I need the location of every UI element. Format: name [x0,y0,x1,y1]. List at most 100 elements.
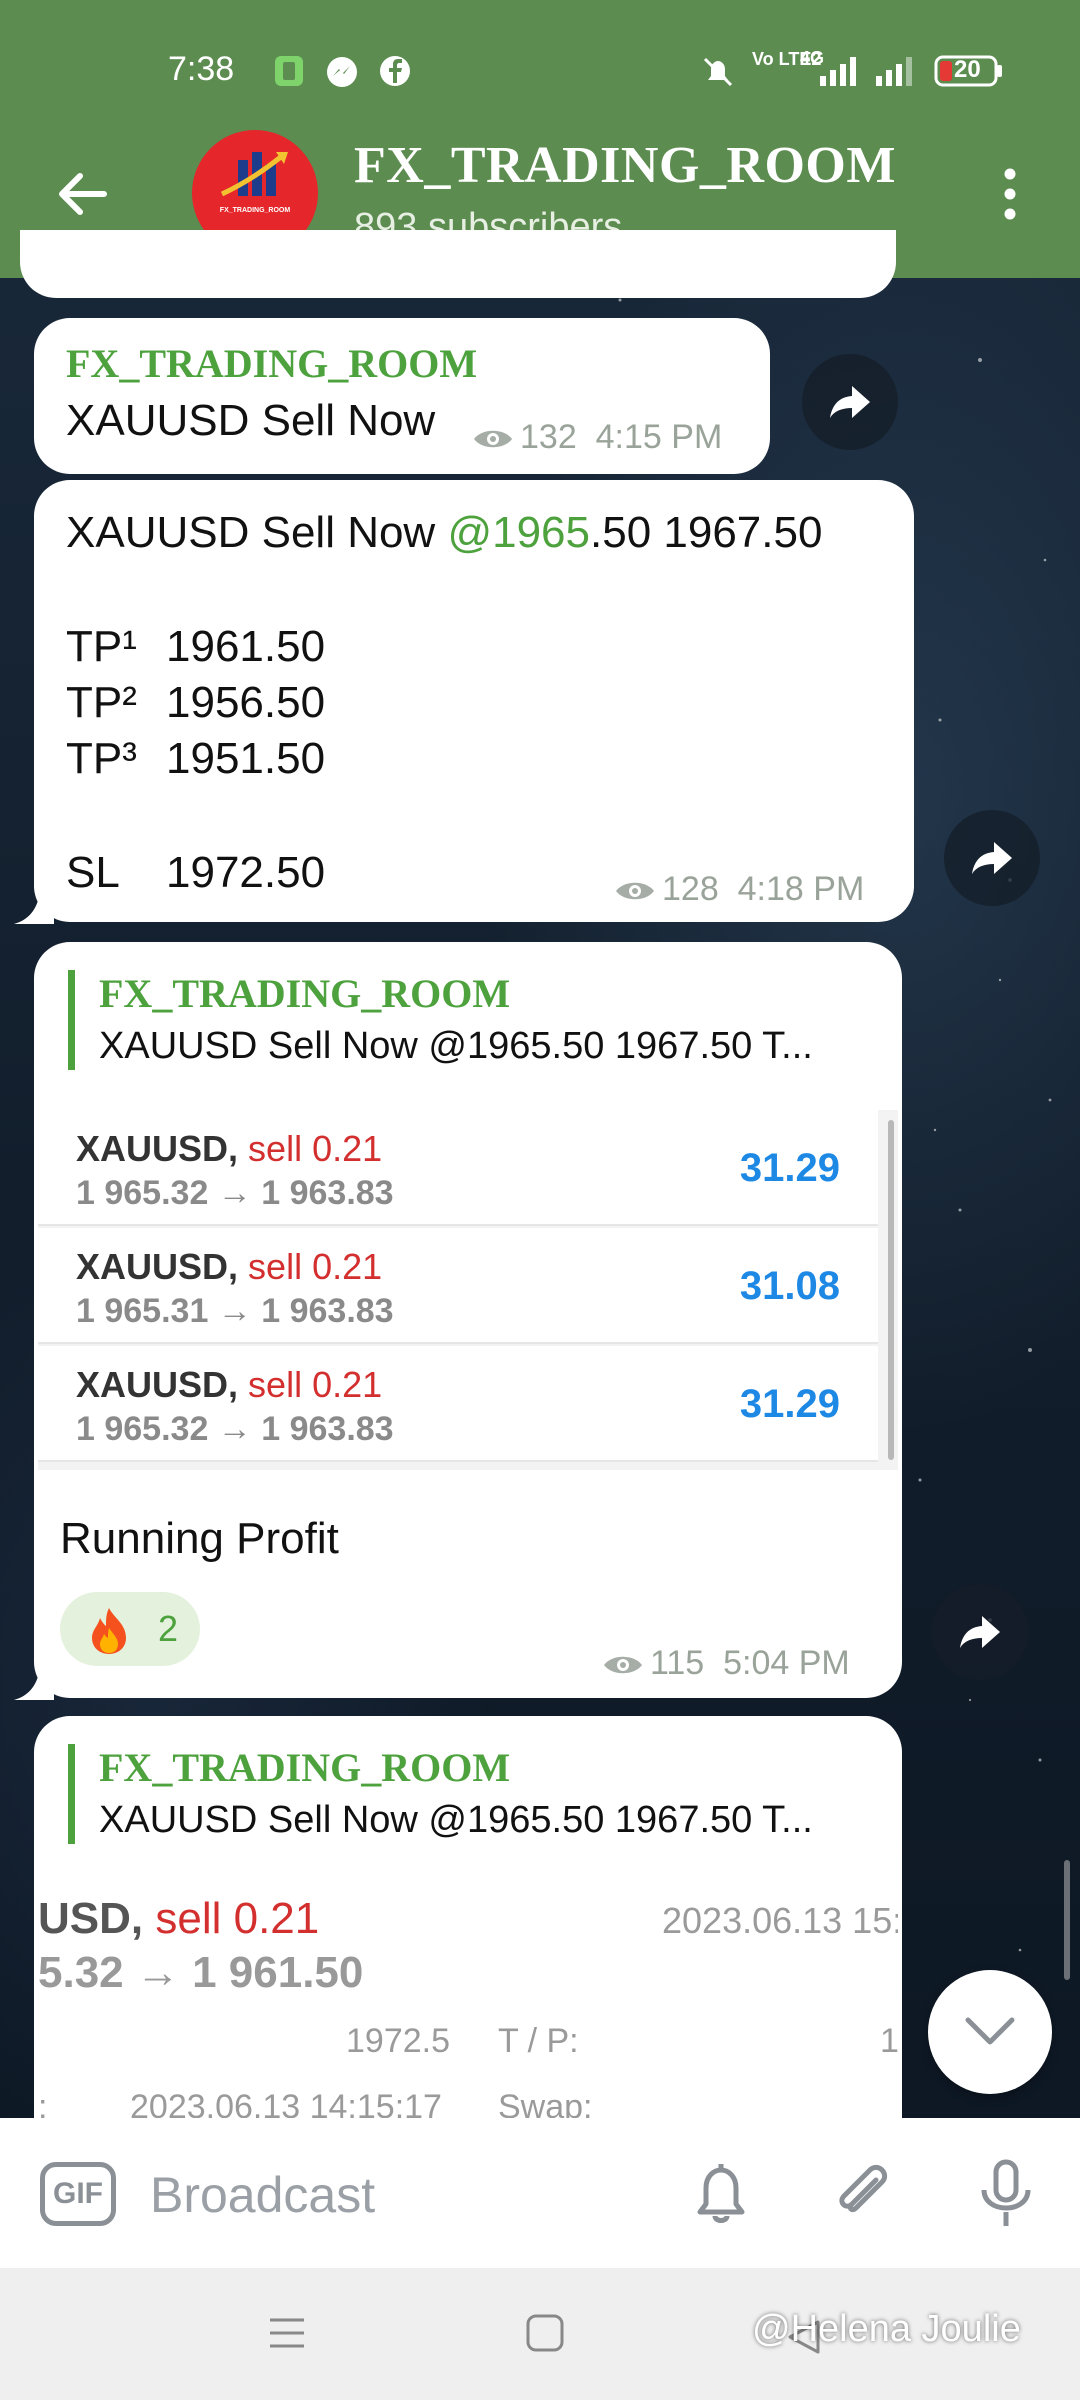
tp3-row: TP³ 1951.50 [66,734,325,784]
quote-text: XAUUSD Sell Now @1965.50 1967.50 T... [99,1025,813,1067]
price-link[interactable]: @1965 [447,508,590,557]
signal-suffix: .50 1967.50 [590,508,823,557]
share-arrow-icon [972,842,1012,874]
message-bubble-2[interactable]: XAUUSD Sell Now @1965.50 1967.50 TP¹ 1961… [34,480,914,922]
message-bubble-4[interactable]: FX_TRADING_ROOM XAUUSD Sell Now @1965.50… [34,1716,902,2136]
detail-tp-value: 1 [880,2022,898,2060]
trade-symbol: XAUUSD, sell 0.21 [76,1364,383,1405]
trade-detail-screenshot[interactable]: USD, sell 0.21 2023.06.13 15: 5.32 → 1 9… [38,1884,898,2136]
back-button[interactable] [54,166,110,222]
sl-value: 1972.50 [166,848,326,897]
quote-text: XAUUSD Sell Now @1965.50 1967.50 T... [99,1799,813,1841]
messenger-icon [324,54,360,95]
tp1-label: TP¹ [66,622,137,671]
tp1-row: TP¹ 1961.50 [66,622,325,672]
more-menu-button[interactable] [990,166,1030,222]
bell-icon [697,2164,745,2223]
tp3-label: TP³ [66,734,137,783]
trade-symbol: XAUUSD, sell 0.21 [76,1246,383,1287]
battery-icon: 20 [934,54,1004,93]
status-bar: 7:38 Vo LTE2 4G 20 [0,0,1080,142]
detail-price: 5.32 → 1 961.50 [38,1948,364,1997]
home-square-icon [526,2314,564,2352]
reaction-count: 2 [158,1608,179,1649]
notification-bell-button[interactable] [690,2158,752,2233]
message-text: XAUUSD Sell Now [66,396,436,445]
facebook-icon [378,54,412,93]
share-button[interactable] [932,1584,1028,1680]
message-bubble-3[interactable]: FX_TRADING_ROOM XAUUSD Sell Now @1965.50… [34,942,902,1698]
tp2-label: TP² [66,678,137,727]
view-count: 132 [520,418,577,456]
previous-message-bubble [20,230,896,298]
recent-apps-button[interactable] [266,2312,308,2359]
paperclip-icon [839,2164,888,2213]
views-eye-icon [474,430,512,448]
views-eye-icon [604,1656,642,1674]
battery-level: 20 [954,56,981,83]
scroll-to-bottom-button[interactable] [928,1970,1052,2094]
system-nav-bar: @Helena Joulie [0,2268,1080,2400]
watermark: @Helena Joulie [752,2308,1021,2350]
attach-button[interactable] [830,2158,896,2233]
reply-quote[interactable]: FX_TRADING_ROOM XAUUSD Sell Now @1965.50… [68,1744,813,1844]
voice-message-button[interactable] [976,2158,1036,2237]
trade-row: XAUUSD, sell 0.21 1 965.32 → 1 963.83 31… [38,1110,878,1226]
view-count: 115 [650,1644,705,1682]
message-bubble-1[interactable]: FX_TRADING_ROOM XAUUSD Sell Now 132 4:15… [34,318,770,474]
detail-tp-label: T / P: [498,2022,579,2060]
detail-symbol: USD, sell 0.21 [38,1894,320,1943]
gif-button[interactable]: GIF [40,2162,116,2226]
channel-title[interactable]: FX_TRADING_ROOM [354,136,896,195]
sl-label: SL [66,848,120,897]
svg-text:FX_TRADING_ROOM: FX_TRADING_ROOM [220,207,291,214]
tp3-value: 1951.50 [166,734,326,783]
detail-sl: 1972.5 [346,2022,450,2060]
views-eye-icon [616,882,654,900]
signal-line: XAUUSD Sell Now @1965.50 1967.50 [66,508,822,558]
message-meta: 132 4:15 PM [472,418,722,457]
trade-price: 1 965.31 → 1 963.83 [76,1292,394,1330]
more-vertical-icon [1004,168,1016,220]
trade-profit: 31.29 [739,1382,840,1426]
message-caption: Running Profit [60,1514,339,1563]
chat-scrollbar[interactable] [1064,1860,1070,1980]
tp1-value: 1961.50 [166,622,326,671]
detail-date: 2023.06.13 15: [662,1900,898,1941]
signal-icon [818,54,864,93]
arrow-left-icon [59,173,107,215]
reply-quote[interactable]: FX_TRADING_ROOM XAUUSD Sell Now @1965.50… [68,970,813,1070]
trades-screenshot[interactable]: XAUUSD, sell 0.21 1 965.32 → 1 963.83 31… [38,1110,898,1470]
message-time: 4:18 PM [737,870,865,908]
share-arrow-icon [960,1616,1000,1648]
home-button[interactable] [524,2312,566,2359]
broadcast-input[interactable]: Broadcast [150,2166,375,2224]
signal-prefix: XAUUSD Sell Now [66,508,448,557]
trade-row: XAUUSD, sell 0.21 1 965.31 → 1 963.83 31… [38,1228,878,1344]
microphone-icon [981,2159,1031,2226]
bubble-tail [14,1666,54,1700]
fire-emoji-icon [92,1608,126,1654]
trade-profit: 31.08 [739,1264,840,1308]
trade-row: XAUUSD, sell 0.21 1 965.32 → 1 963.83 31… [38,1346,878,1462]
trade-profit: 31.29 [739,1146,840,1190]
tp2-row: TP² 1956.50 [66,678,325,728]
tp2-value: 1956.50 [166,678,326,727]
quote-sender: FX_TRADING_ROOM [99,971,511,1016]
share-button[interactable] [802,354,898,450]
quote-sender: FX_TRADING_ROOM [99,1745,511,1790]
message-meta: 115 5:04 PM [602,1644,850,1683]
sl-row: SL 1972.50 [66,848,325,898]
share-button[interactable] [944,810,1040,906]
chevron-down-icon [965,2017,1015,2045]
trade-price: 1 965.32 → 1 963.83 [76,1174,394,1212]
trades-scrollbar [888,1120,894,1460]
trade-price: 1 965.32 → 1 963.83 [76,1410,394,1448]
broadcast-composer: GIF Broadcast [0,2118,1080,2268]
share-arrow-icon [830,386,870,418]
reaction-chip[interactable]: 2 [60,1592,200,1666]
message-time: 4:15 PM [595,418,723,456]
status-time: 7:38 [168,50,235,88]
message-sender: FX_TRADING_ROOM [66,341,478,386]
menu-lines-icon [270,2318,304,2348]
